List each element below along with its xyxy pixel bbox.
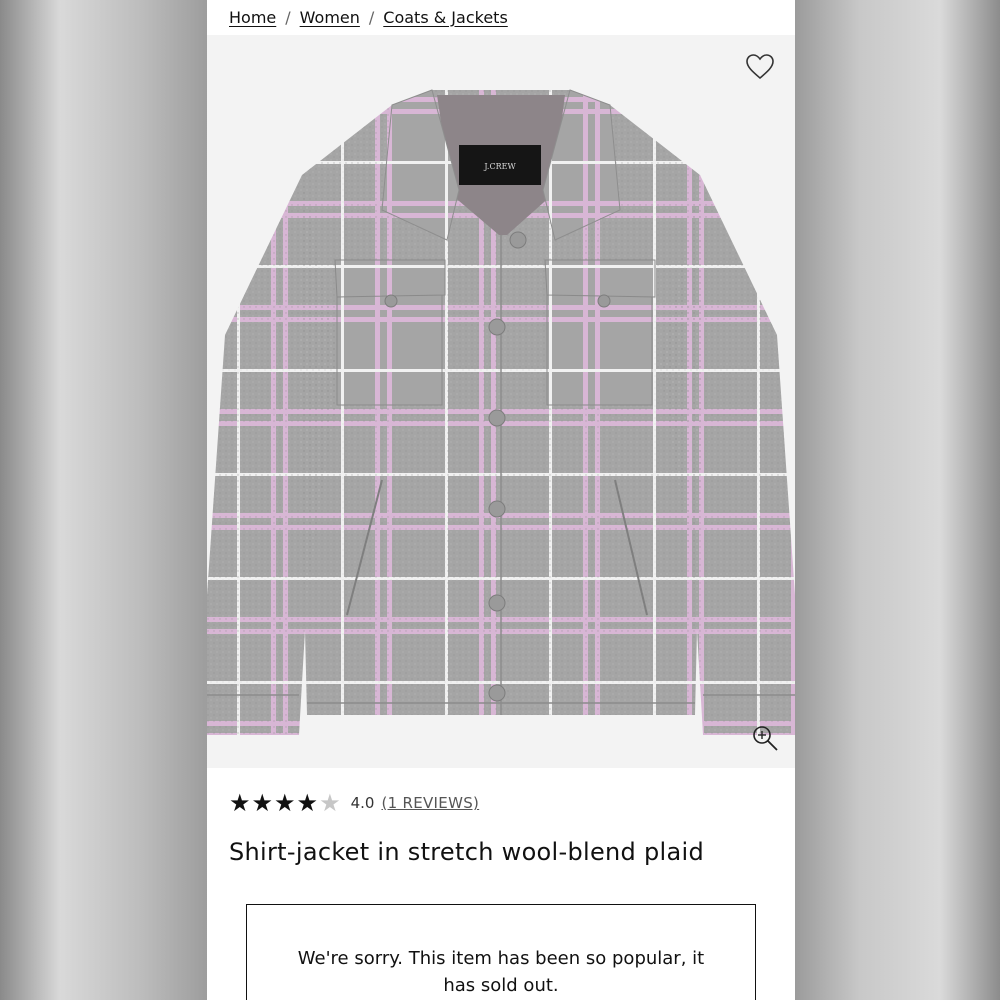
breadcrumb: Home / Women / Coats & Jackets: [229, 4, 508, 30]
product-page: Home / Women / Coats & Jackets J.CREW ★ …: [207, 0, 795, 1000]
brand-label-text: J.CREW: [483, 162, 516, 171]
breadcrumb-home[interactable]: Home: [229, 8, 276, 27]
product-image[interactable]: J.CREW: [207, 35, 795, 768]
rating-value: 4.0: [350, 794, 375, 812]
star-empty-icon: ★: [319, 789, 341, 817]
product-title: Shirt-jacket in stretch wool-blend plaid: [229, 838, 705, 866]
star-filled-icon: ★: [296, 789, 319, 817]
reviews-link[interactable]: (1 REVIEWS): [381, 794, 479, 812]
jacket-image: J.CREW: [207, 89, 795, 735]
breadcrumb-separator: /: [368, 7, 375, 27]
breadcrumb-women[interactable]: Women: [300, 8, 360, 27]
heart-outline-icon[interactable]: [745, 53, 775, 81]
star-filled-icon: ★: [251, 789, 274, 817]
rating-stars: ★ ★ ★ ★ ★: [229, 791, 341, 815]
star-filled-icon: ★: [274, 789, 296, 817]
rating-row: ★ ★ ★ ★ ★ 4.0 (1 REVIEWS): [229, 790, 479, 816]
soldout-notice: We're sorry. This item has been so popul…: [246, 904, 756, 1000]
breadcrumb-coats-jackets[interactable]: Coats & Jackets: [383, 8, 508, 27]
zoom-in-icon[interactable]: [751, 724, 779, 752]
soldout-message: We're sorry. This item has been so popul…: [297, 948, 705, 996]
breadcrumb-separator: /: [285, 7, 291, 27]
star-filled-icon: ★: [229, 789, 251, 817]
